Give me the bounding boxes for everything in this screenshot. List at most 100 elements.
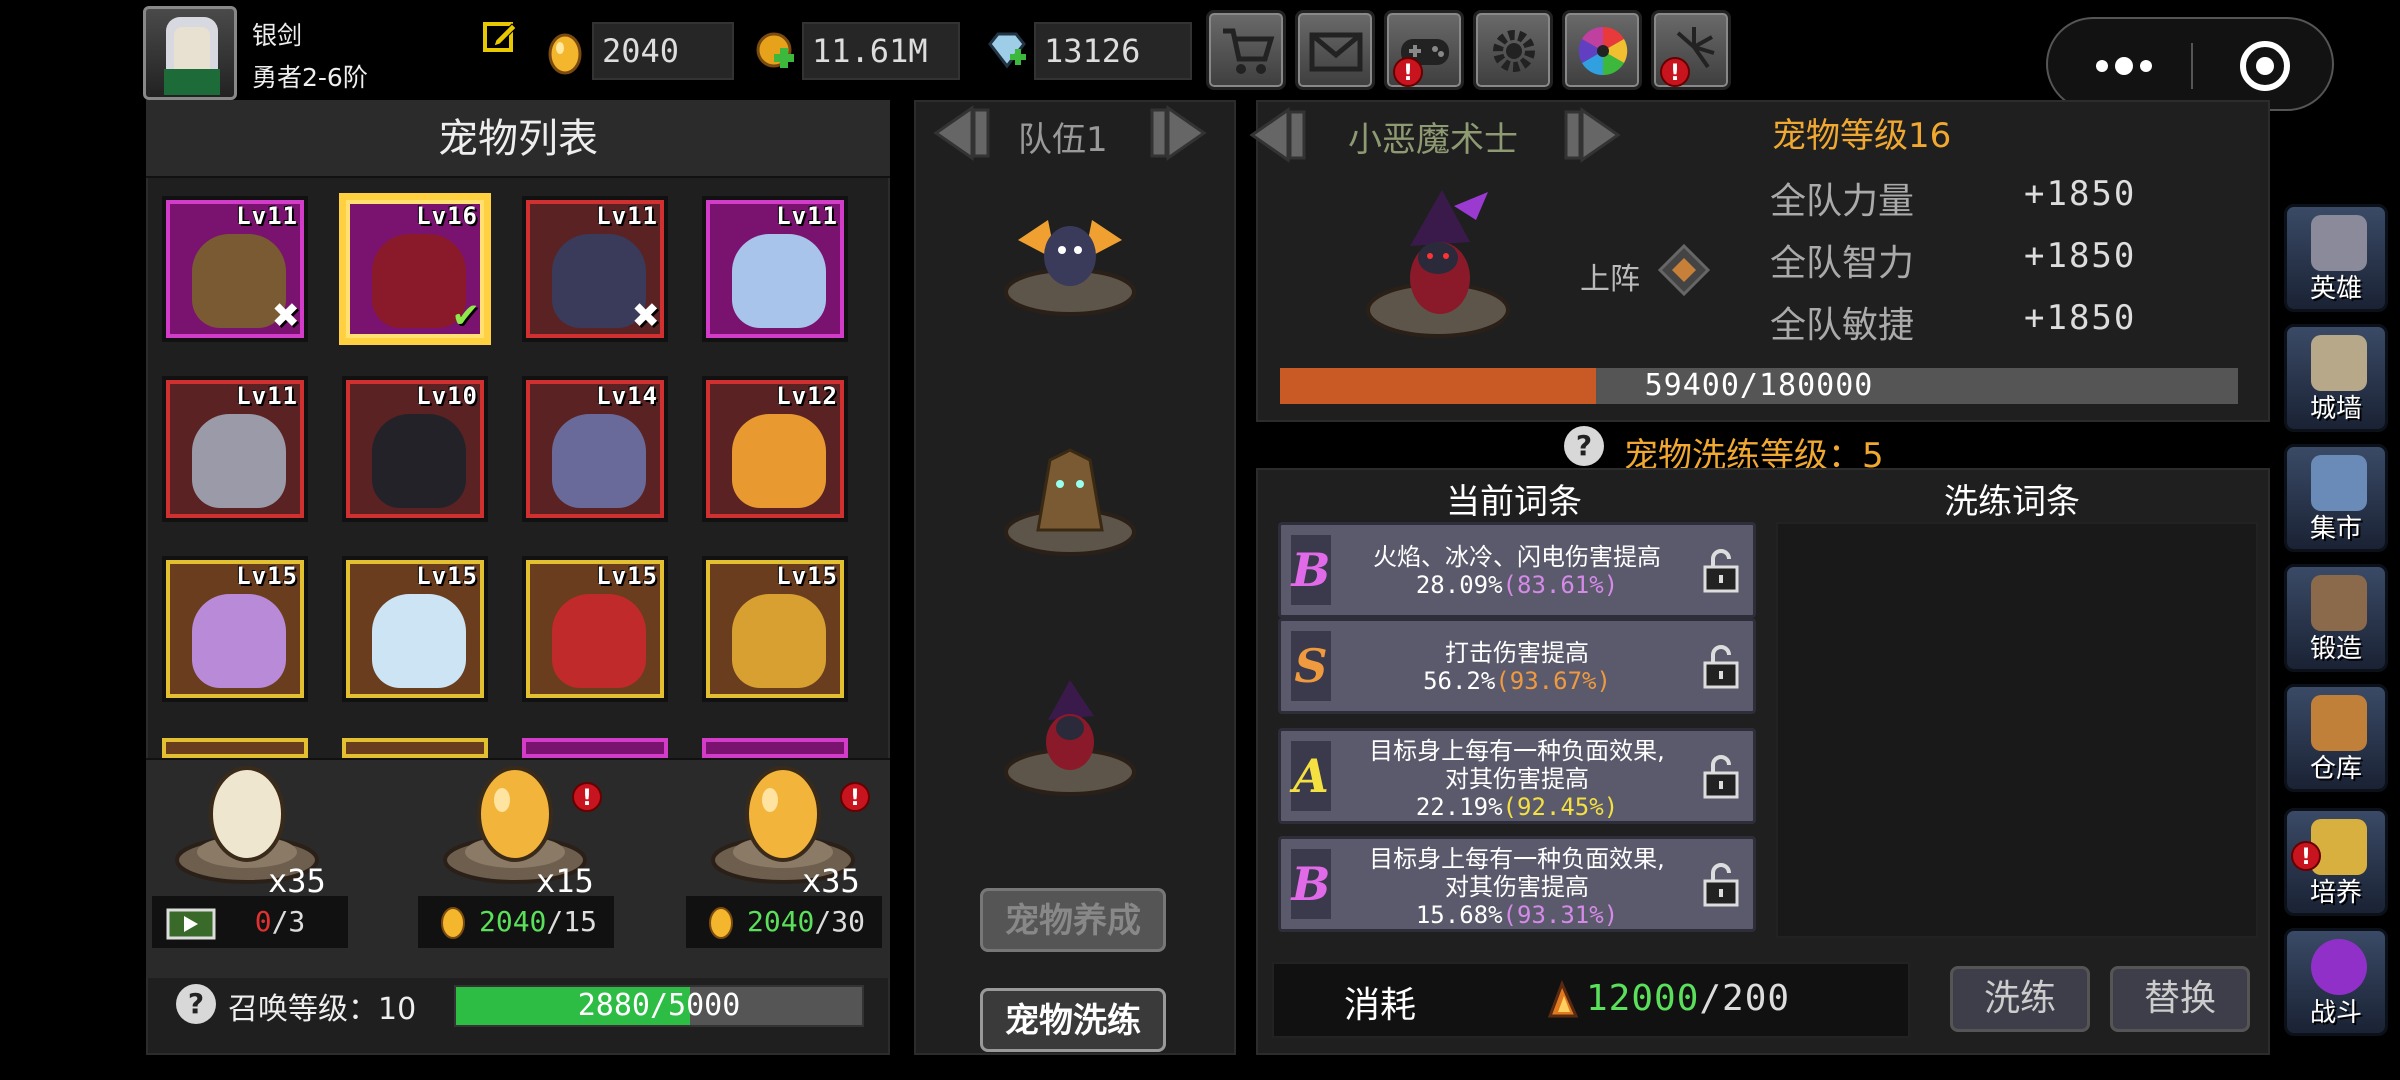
lava-beast-sprite [552,594,646,688]
fireworks-button[interactable]: ! [1651,10,1731,90]
pet-slot[interactable]: Lv15 [702,556,848,702]
pet-slot-partial [522,738,668,758]
side-button-helmet[interactable]: 英雄 [2284,204,2388,312]
pet-slot-partial [162,738,308,758]
summon-level: 召唤等级：10 [228,992,417,1027]
player-avatar[interactable] [143,6,237,100]
help-icon[interactable]: ? [1564,426,1604,466]
ad-video-icon [166,908,216,940]
egg-cost-gold[interactable]: 2040/15 [418,896,614,948]
cart-icon [1223,28,1275,74]
side-button-anvil[interactable]: 锻造 [2284,564,2388,672]
pet-next-arrow-icon[interactable] [1560,104,1622,166]
side-button-castle[interactable]: 城墙 [2284,324,2388,432]
alert-badge: ! [1393,57,1423,87]
stat-name: 全队力量 [1770,181,1915,222]
team-slot-2[interactable] [998,440,1142,558]
affix-max: (92.45%) [1502,793,1619,821]
pet-slot[interactable]: Lv11 ✖ [522,196,668,342]
team-prev-arrow-icon[interactable] [932,102,994,164]
unlock-icon[interactable] [1701,547,1741,593]
affix-desc: 对其伤害提高 [1445,765,1589,793]
help-icon[interactable]: ? [176,984,216,1024]
affix-desc: 打击伤害提高 [1445,639,1589,667]
reaper-sprite [372,414,466,508]
side-button-label: 培养 [2309,878,2362,908]
affix-row[interactable]: S 打击伤害提高 56.2%(93.67%) [1278,618,1756,714]
deploy-toggle-icon[interactable] [1656,242,1712,298]
egg-cost-ad[interactable]: 0/3 [152,896,348,948]
unlock-icon[interactable] [1701,643,1741,689]
miniprogram-capsule [2046,17,2334,111]
pet-level-label: Lv11 [236,202,298,230]
pet-nurture-button[interactable]: 宠物养成 [980,888,1166,952]
affix-row[interactable]: B 目标身上每有一种负面效果, 对其伤害提高 15.68%(93.31%) [1278,836,1756,932]
team-next-arrow-icon[interactable] [1146,102,1208,164]
side-button-trophy[interactable]: 培养! [2284,808,2388,916]
mail-button[interactable] [1295,10,1375,90]
side-button-portal[interactable]: 战斗 [2284,928,2388,1036]
deploy-label: 上阵 [1580,262,1640,297]
color-wheel-button[interactable] [1562,10,1642,90]
affix-max: (93.31%) [1502,901,1619,929]
ghost-unicorn-sprite [732,234,826,328]
gamepad-button[interactable]: ! [1384,10,1464,90]
egg-cost-gold[interactable]: 2040/30 [686,896,882,948]
pet-slot-partial [702,738,848,758]
pet-level-label: Lv11 [236,382,298,410]
affix-row[interactable]: B 火焰、冰冷、闪电伤害提高 28.09%(83.61%) [1278,522,1756,618]
pet-slot[interactable]: Lv16 ✔ [342,196,488,342]
alert-badge: ! [2291,841,2321,871]
coin-plus-icon[interactable] [752,26,798,76]
pet-level-label: Lv15 [416,562,478,590]
pet-slot[interactable]: Lv15 [522,556,668,702]
affix-desc: 火焰、冰冷、闪电伤害提高 [1373,543,1661,571]
unlock-icon[interactable] [1701,753,1741,799]
affix-grade: B [1291,849,1331,919]
pet-slot[interactable]: Lv14 [522,376,668,522]
pet-slot[interactable]: Lv12 [702,376,848,522]
team-slot-1[interactable] [998,200,1142,318]
pet-wash-button[interactable]: 宠物洗练 [980,988,1166,1052]
pet-slot[interactable]: Lv11 ✖ [162,196,308,342]
pet-slot[interactable]: Lv11 [162,376,308,522]
player-rank: 勇者2-6阶 [252,63,368,92]
pet-slot[interactable]: Lv10 [342,376,488,522]
side-button-market[interactable]: 集市 [2284,444,2388,552]
cross-icon: ✖ [271,296,301,336]
side-button-chest[interactable]: 仓库 [2284,684,2388,792]
pet-slot[interactable]: Lv15 [162,556,308,702]
close-miniprogram-icon[interactable] [2238,39,2292,93]
gem-amount: 13126 [1034,22,1192,80]
stat-name: 全队智力 [1770,243,1915,284]
pet-slot[interactable]: Lv11 [702,196,848,342]
portal-icon [2311,939,2367,995]
pet-slot[interactable]: Lv15 [342,556,488,702]
gear-icon [1493,30,1535,72]
affix-grade: S [1291,631,1331,701]
wash-button[interactable]: 洗练 [1950,966,2090,1032]
team-slot-3[interactable] [998,680,1142,798]
edit-icon[interactable] [482,18,518,54]
more-icon[interactable] [2088,51,2160,81]
affix-row[interactable]: A 目标身上每有一种负面效果, 对其伤害提高 22.19%(92.45%) [1278,728,1756,824]
helmet-icon [2311,215,2367,271]
pet-prev-arrow-icon[interactable] [1248,104,1310,166]
wash-stone-icon [1547,980,1579,1018]
pet-level-label: Lv15 [776,562,838,590]
shop-button[interactable] [1206,10,1286,90]
unlock-icon[interactable] [1701,861,1741,907]
affix-max: (83.61%) [1502,571,1619,599]
affix-value: 28.09% [1415,571,1503,599]
pet-level-label: Lv15 [236,562,298,590]
grey-bat-sprite [192,414,286,508]
egg-count: x15 [536,862,594,900]
settings-button[interactable] [1473,10,1553,90]
team-label: 队伍1 [1018,120,1108,160]
egg-currency-icon [548,33,582,75]
current-affix-header: 当前词条 [1446,482,1582,522]
coin-amount: 11.61M [802,22,960,80]
replace-button[interactable]: 替换 [2110,966,2250,1032]
affix-grade: A [1291,741,1331,811]
pet-portrait [1366,190,1510,338]
